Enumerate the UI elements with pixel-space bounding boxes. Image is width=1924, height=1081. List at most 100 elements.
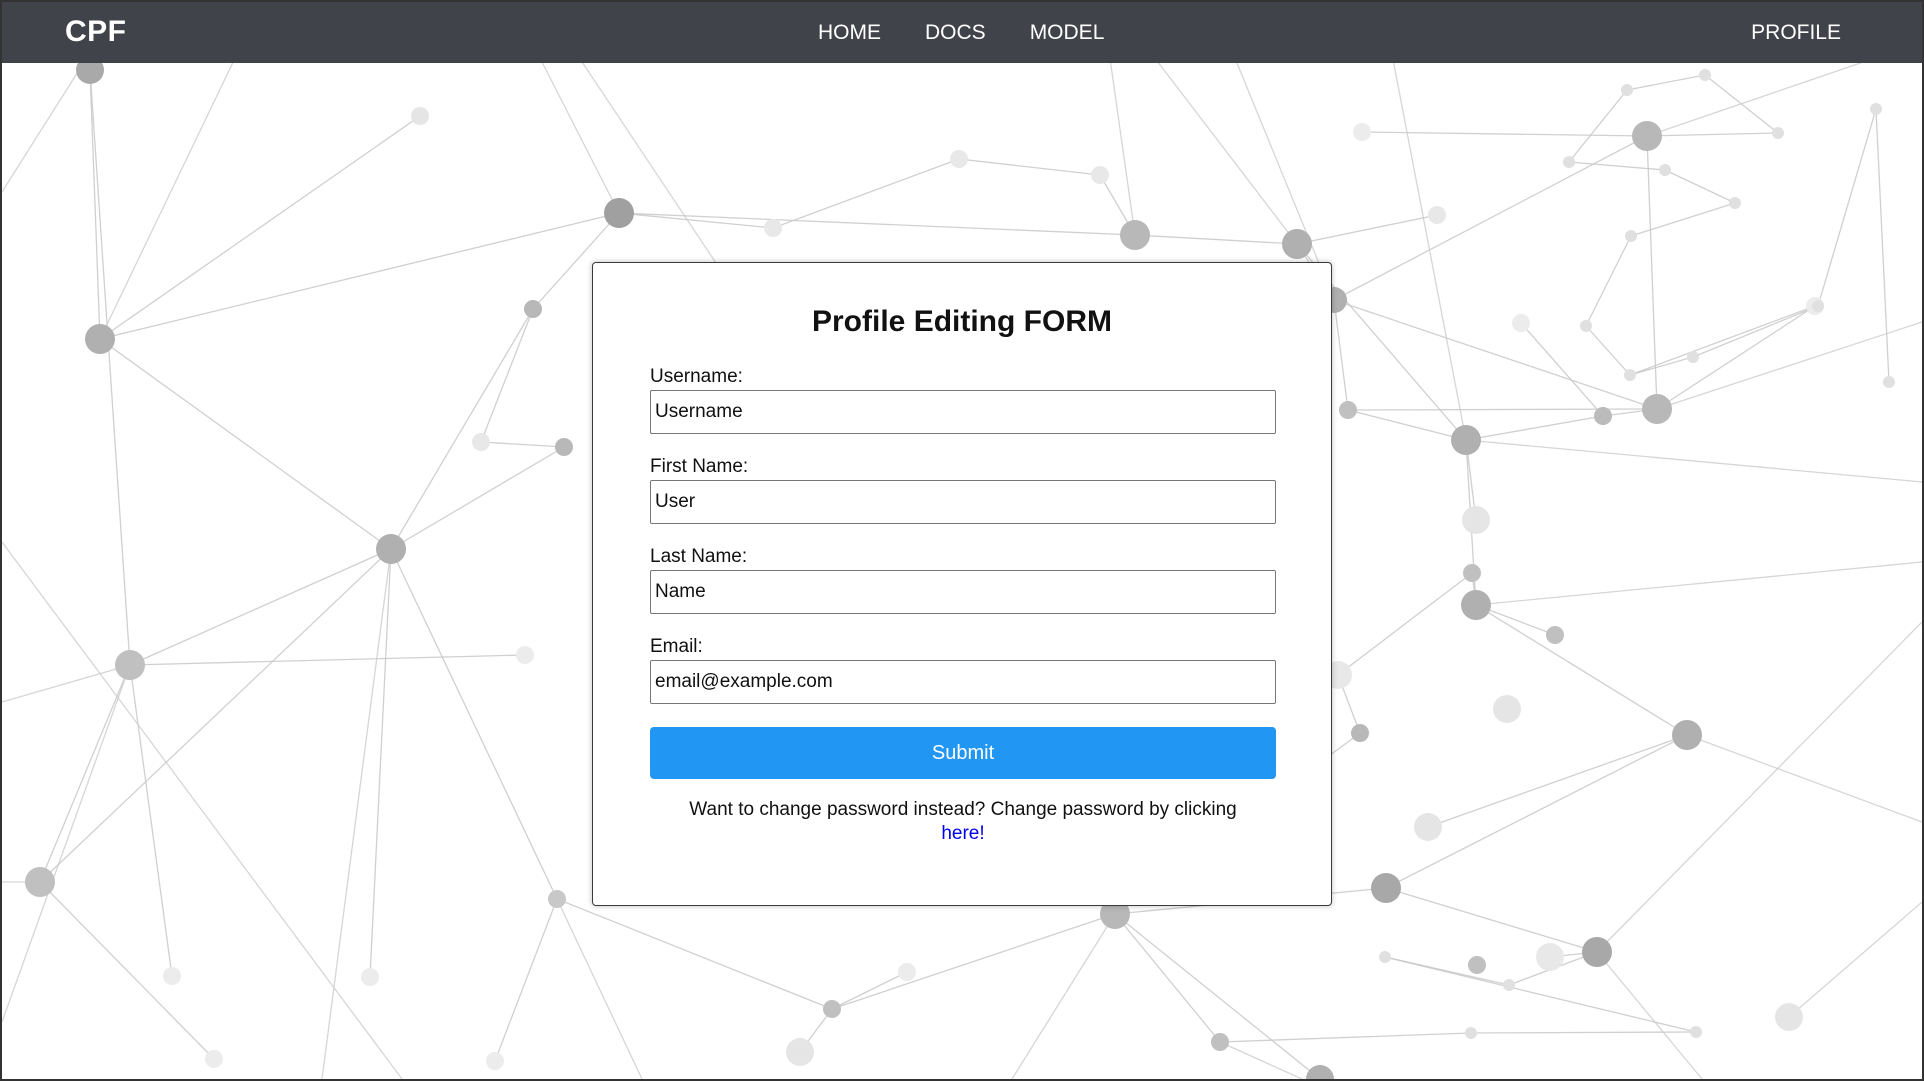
network-edge <box>1692 305 1819 358</box>
brand-logo[interactable]: CPF <box>65 15 127 49</box>
network-node <box>361 968 379 986</box>
network-node <box>115 650 145 680</box>
network-edge <box>1626 74 1706 91</box>
network-node <box>1463 564 1481 582</box>
network-edge <box>1381 2 1467 441</box>
network-edge <box>1114 913 1221 1043</box>
network-edge <box>1114 913 1321 1079</box>
network-edge <box>369 548 392 978</box>
username-input[interactable] <box>650 390 1276 434</box>
top-navbar: CPF HOME DOCS MODEL PROFILE <box>2 2 1922 63</box>
network-edge <box>618 212 774 229</box>
network-node <box>1659 164 1671 176</box>
network-node <box>898 963 916 981</box>
network-node <box>1580 320 1592 332</box>
network-node <box>1883 376 1895 388</box>
network-edge <box>99 212 620 340</box>
network-node <box>472 433 490 451</box>
network-node <box>1699 69 1711 81</box>
network-node <box>376 534 406 564</box>
network-edge <box>129 654 526 666</box>
network-edge <box>129 548 392 666</box>
network-edge <box>1347 408 1658 411</box>
network-node <box>1624 369 1636 381</box>
network-edge <box>1427 734 1688 828</box>
network-edge <box>1337 572 1473 676</box>
change-password-link[interactable]: here! <box>941 823 984 844</box>
network-node <box>1690 1026 1702 1038</box>
network-edge <box>390 548 558 900</box>
network-edge <box>772 158 960 229</box>
network-node <box>1428 206 1446 224</box>
network-edge <box>1585 235 1632 327</box>
network-node <box>524 300 542 318</box>
network-node <box>1625 230 1637 242</box>
page-frame: CPF HOME DOCS MODEL PROFILE Profile Edit… <box>0 0 1924 1081</box>
nav-model-link[interactable]: MODEL <box>1030 21 1105 45</box>
network-edge <box>831 913 1116 1010</box>
network-edge <box>556 898 643 1079</box>
network-node <box>1465 1027 1477 1039</box>
network-edge <box>1470 1031 1697 1034</box>
network-node <box>1462 506 1490 534</box>
network-edge <box>1875 108 1890 383</box>
network-edge <box>390 308 534 550</box>
network-edge <box>89 69 131 666</box>
network-edge <box>1596 951 1703 1079</box>
network-edge <box>2 664 131 1023</box>
network-edge <box>99 115 421 340</box>
network-edge <box>1011 913 1116 1079</box>
network-node <box>1772 127 1784 139</box>
network-edge <box>1817 108 1877 307</box>
network-node <box>1306 1065 1334 1079</box>
network-edge <box>1465 415 1604 441</box>
network-node <box>548 890 566 908</box>
network-edge <box>1656 321 1922 410</box>
network-edge <box>831 971 908 1010</box>
network-edge <box>2 664 131 703</box>
network-node <box>950 150 968 168</box>
network-node <box>1351 724 1369 742</box>
network-node <box>1546 626 1564 644</box>
network-edge <box>480 308 534 443</box>
network-edge <box>1788 901 1922 1018</box>
network-edge <box>958 158 1101 176</box>
network-node <box>1870 103 1882 115</box>
network-edge <box>1520 322 1604 417</box>
email-input[interactable] <box>650 660 1276 704</box>
last-name-input[interactable] <box>650 570 1276 614</box>
submit-button[interactable]: Submit <box>650 727 1276 779</box>
network-node <box>163 967 181 985</box>
network-edge <box>1333 299 1658 410</box>
network-node <box>1729 197 1741 209</box>
nav-profile-link[interactable]: PROFILE <box>1751 21 1841 45</box>
network-edge <box>1333 299 1349 411</box>
network-edge <box>39 548 392 883</box>
network-edge <box>1629 356 1694 376</box>
nav-docs-link[interactable]: DOCS <box>925 21 986 45</box>
network-node <box>1512 314 1530 332</box>
network-edge <box>1134 234 1298 245</box>
network-node <box>786 1038 814 1066</box>
nav-links: HOME DOCS MODEL <box>818 21 1148 45</box>
network-edge <box>1585 325 1631 376</box>
network-node <box>1282 229 1312 259</box>
network-edge <box>1385 887 1598 953</box>
network-node <box>1582 937 1612 967</box>
network-node <box>1775 1003 1803 1031</box>
nav-home-link[interactable]: HOME <box>818 21 881 45</box>
network-node <box>1563 156 1575 168</box>
network-node <box>1493 695 1521 723</box>
network-node <box>1536 943 1564 971</box>
form-title: Profile Editing FORM <box>812 305 1112 338</box>
network-edge <box>321 548 392 1079</box>
network-edge <box>541 61 620 214</box>
network-edge <box>2 541 403 1079</box>
network-edge <box>1361 131 1648 137</box>
network-node <box>85 324 115 354</box>
network-node <box>1371 873 1401 903</box>
first-name-input[interactable] <box>650 480 1276 524</box>
network-node <box>1414 813 1442 841</box>
network-node <box>1468 956 1486 974</box>
network-node <box>1812 300 1824 312</box>
